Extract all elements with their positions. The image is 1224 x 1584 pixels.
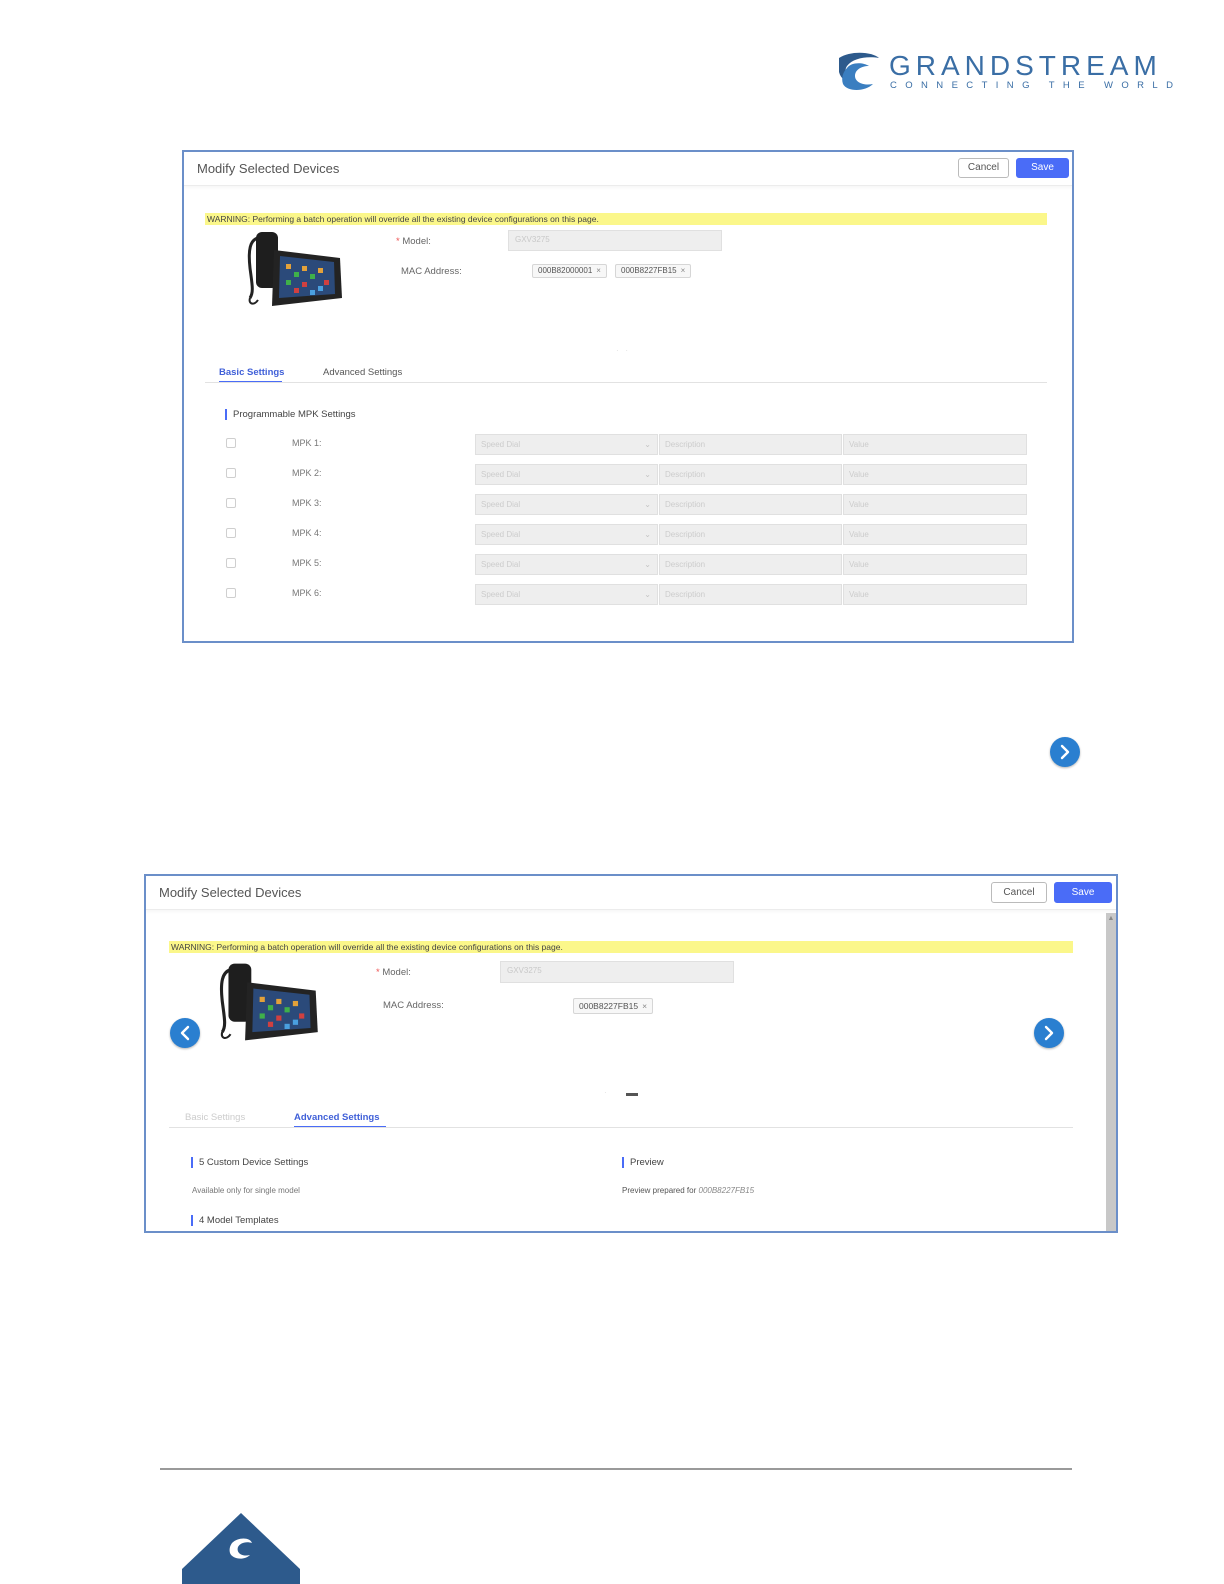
brand-wordmark: GRANDSTREAM [889,50,1162,81]
mpk-checkbox[interactable] [226,588,236,598]
mpk-value-input[interactable]: Value [843,524,1027,545]
mpk-label: MPK 5: [292,558,322,568]
grandstream-swirl-icon [839,52,879,90]
section-preview: Preview [622,1157,664,1168]
carousel-active-indicator[interactable] [626,1093,638,1096]
mpk-value-input[interactable]: Value [843,584,1027,605]
mpk-label: MPK 4: [292,528,322,538]
mpk-mode-select[interactable]: Speed Dial ⌄ [475,584,658,605]
mpk-label: MPK 6: [292,588,322,598]
mpk-mode-select[interactable]: Speed Dial ⌄ [475,524,658,545]
chevron-down-icon: ⌄ [644,500,651,509]
mpk-value-input[interactable]: Value [843,464,1027,485]
tab-basic-settings[interactable]: Basic Settings [219,367,284,378]
mac-tag[interactable]: 000B8227FB15 × [573,998,654,1014]
dialog-header: Modify Selected Devices Cancel Save [184,152,1072,186]
chevron-left-icon [180,1025,190,1041]
save-button[interactable]: Save [1016,158,1069,178]
mpk-row: MPK 2: Speed Dial ⌄ Description Value [224,464,1030,485]
model-label: * Model: [396,236,431,247]
section-custom-device-settings: 5 Custom Device Settings [191,1157,308,1168]
mpk-row: MPK 5: Speed Dial ⌄ Description Value [224,554,1030,575]
mpk-value-input[interactable]: Value [843,554,1027,575]
phone-image [219,963,318,1041]
batch-warning: WARNING: Performing a batch operation wi… [169,941,1073,953]
save-button[interactable]: Save [1054,882,1112,903]
remove-tag-icon[interactable]: × [642,1001,647,1011]
section-model-templates: 4 Model Templates [191,1215,279,1226]
batch-warning: WARNING: Performing a batch operation wi… [205,213,1047,225]
mpk-checkbox[interactable] [226,468,236,478]
phone-image [247,232,342,306]
chevron-down-icon: ⌄ [644,440,651,449]
mpk-row: MPK 6: Speed Dial ⌄ Description Value [224,584,1030,605]
mpk-mode-select[interactable]: Speed Dial ⌄ [475,554,658,575]
mpk-mode-select[interactable]: Speed Dial ⌄ [475,494,658,515]
mpk-value-input[interactable]: Value [843,494,1027,515]
footer-logo-icon [182,1513,300,1584]
mpk-checkbox[interactable] [226,438,236,448]
remove-tag-icon[interactable]: × [681,266,686,275]
model-label: * Model: [376,967,411,978]
cancel-button[interactable]: Cancel [991,882,1047,903]
mpk-checkbox[interactable] [226,498,236,508]
chevron-down-icon: ⌄ [644,590,651,599]
scroll-up-icon[interactable]: ▲ [1107,915,1115,923]
tab-basic-settings[interactable]: Basic Settings [185,1112,245,1123]
tab-divider [205,382,1047,383]
modify-devices-dialog-basic: Modify Selected Devices Cancel Save WARN… [182,150,1074,643]
mpk-description-input[interactable]: Description [659,554,842,575]
model-field[interactable]: GXV3275 [500,961,734,983]
dialog-header: Modify Selected Devices Cancel Save [146,876,1116,910]
chevron-right-icon [1044,1025,1054,1041]
footer-divider [160,1468,1072,1470]
mpk-row: MPK 3: Speed Dial ⌄ Description Value [224,494,1030,515]
next-button[interactable] [1050,737,1080,767]
dialog-title: Modify Selected Devices [159,885,302,900]
mpk-description-input[interactable]: Description [659,494,842,515]
grandstream-logo: GRANDSTREAM CONNECTING THE WORLD [833,48,1173,98]
previous-button[interactable] [170,1018,200,1048]
mpk-mode-select[interactable]: Speed Dial ⌄ [475,434,658,455]
mac-tag[interactable]: 000B8227FB15 × [615,264,692,278]
chevron-right-icon [1060,744,1070,760]
mac-address-label: MAC Address: [401,266,462,277]
tab-divider [169,1127,1073,1128]
remove-tag-icon[interactable]: × [596,266,601,275]
carousel-dots: · · [616,346,628,355]
mpk-value-input[interactable]: Value [843,434,1027,455]
mpk-checkbox[interactable] [226,528,236,538]
cancel-button[interactable]: Cancel [958,158,1009,178]
chevron-down-icon: ⌄ [644,470,651,479]
mpk-label: MPK 3: [292,498,322,508]
preview-caption: Preview prepared for 000B8227FB15 [622,1186,755,1195]
mpk-description-input[interactable]: Description [659,524,842,545]
modify-devices-dialog-advanced: Modify Selected Devices Cancel Save ▲ WA… [144,874,1118,1233]
mpk-label: MPK 2: [292,468,322,478]
mpk-checkbox[interactable] [226,558,236,568]
custom-settings-note: Available only for single model [192,1186,300,1195]
mpk-description-input[interactable]: Description [659,434,842,455]
mpk-mode-select[interactable]: Speed Dial ⌄ [475,464,658,485]
mpk-row: MPK 1: Speed Dial ⌄ Description Value [224,434,1030,455]
mpk-description-input[interactable]: Description [659,464,842,485]
mac-tag[interactable]: 000B82000001 × [532,264,607,278]
mpk-label: MPK 1: [292,438,322,448]
model-field[interactable]: GXV3275 [508,230,722,251]
mac-address-label: MAC Address: [383,1000,444,1011]
chevron-down-icon: ⌄ [644,530,651,539]
mpk-row: MPK 4: Speed Dial ⌄ Description Value [224,524,1030,545]
brand-tagline: CONNECTING THE WORLD [890,80,1182,91]
preview-mac: 000B8227FB15 [698,1186,755,1195]
mpk-description-input[interactable]: Description [659,584,842,605]
dialog-title: Modify Selected Devices [197,161,340,176]
section-programmable-mpk: Programmable MPK Settings [225,409,356,420]
chevron-down-icon: ⌄ [644,560,651,569]
tab-advanced-settings[interactable]: Advanced Settings [323,367,402,378]
next-button[interactable] [1034,1018,1064,1048]
carousel-dot[interactable]: · [604,1088,607,1097]
vertical-scrollbar[interactable] [1106,913,1116,1231]
tab-advanced-settings[interactable]: Advanced Settings [294,1112,380,1123]
